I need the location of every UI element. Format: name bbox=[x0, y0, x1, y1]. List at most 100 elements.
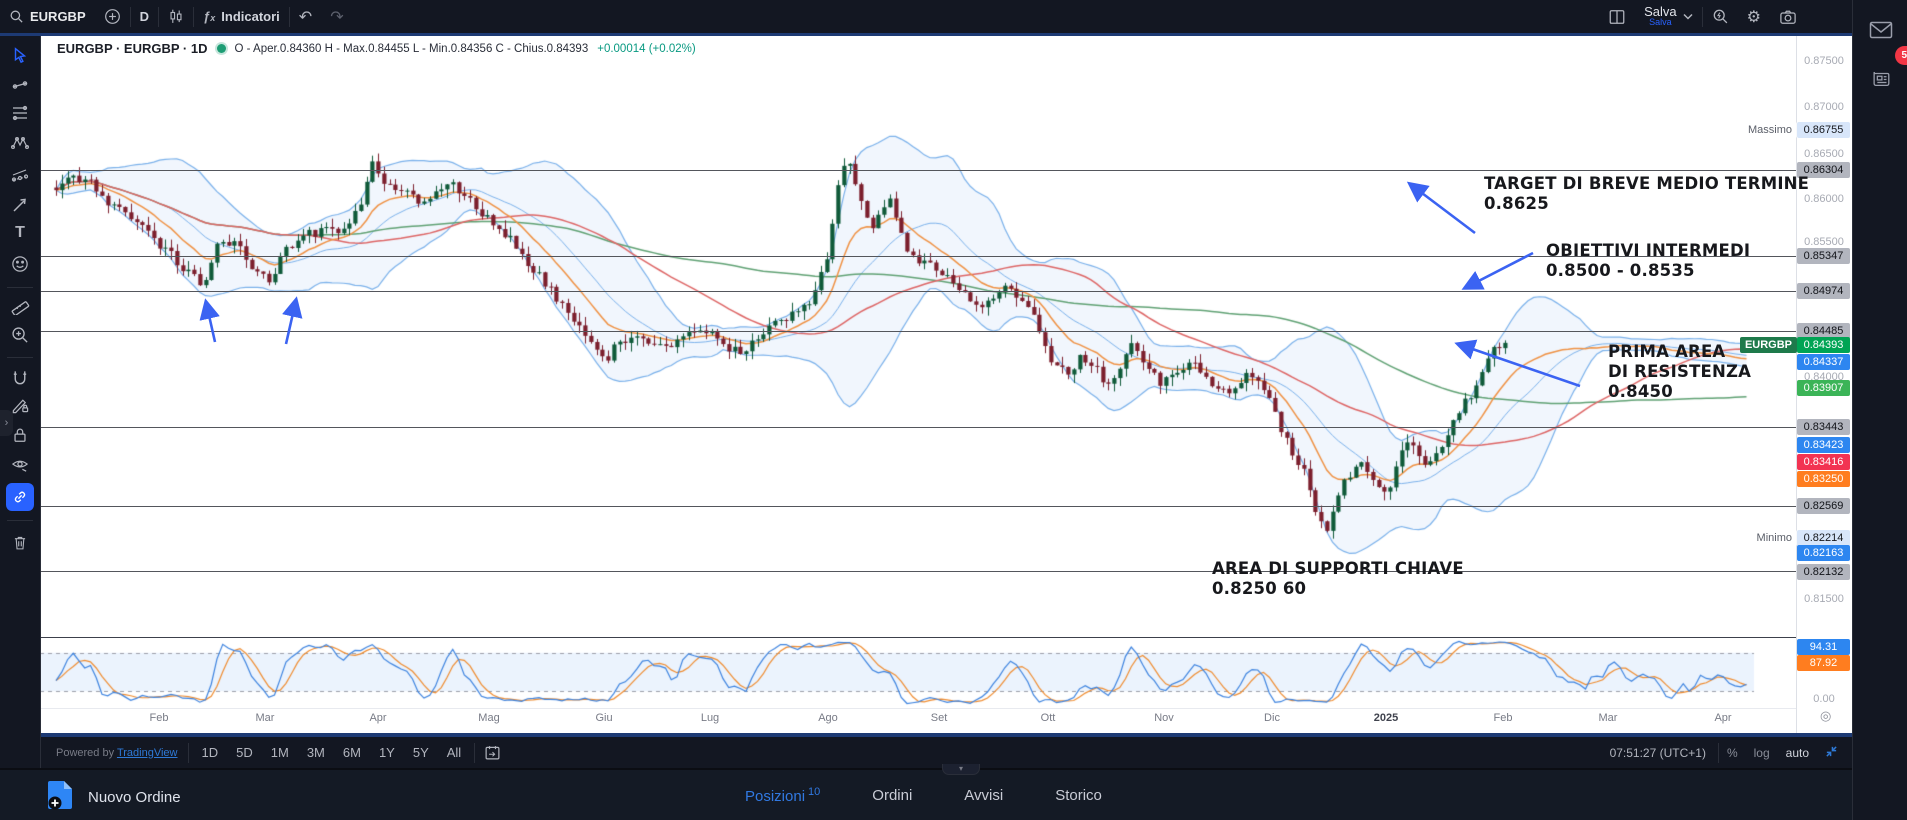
fib-lines-tool-icon[interactable] bbox=[10, 103, 30, 123]
time-axis-label: Mar bbox=[1599, 712, 1618, 724]
pane-separator[interactable] bbox=[40, 637, 1852, 638]
interval-button[interactable]: D bbox=[131, 0, 158, 33]
mail-button[interactable]: 51 bbox=[1869, 20, 1893, 45]
chart-legend[interactable]: EURGBP · EURGBP · 1D O - Aper.0.84360 H … bbox=[57, 41, 696, 56]
annotation-line: PRIMA AREA bbox=[1608, 342, 1751, 362]
gear-icon: ⚙ bbox=[1747, 7, 1761, 27]
chevron-down-icon bbox=[1683, 13, 1693, 20]
time-axis-label: Ago bbox=[818, 712, 838, 724]
range-button-6m[interactable]: 6M bbox=[334, 745, 370, 760]
plus-circle-icon bbox=[104, 8, 121, 25]
indicators-button[interactable]: ƒx Indicatori bbox=[194, 0, 289, 33]
panel-collapse-handle[interactable]: ▾ bbox=[942, 764, 980, 775]
zoom-in-tool-icon[interactable] bbox=[11, 326, 30, 345]
chart-style-button[interactable] bbox=[159, 0, 193, 33]
link-icon bbox=[6, 483, 34, 511]
new-order-icon bbox=[46, 779, 76, 816]
quick-search-button[interactable] bbox=[1703, 0, 1738, 33]
trend-line-tool-icon[interactable] bbox=[10, 75, 30, 95]
remove-drawings-button[interactable] bbox=[12, 534, 29, 557]
text-annotation[interactable]: OBIETTIVI INTERMEDI0.8500 - 0.8535 bbox=[1546, 241, 1750, 281]
price-scale-tick: 0.87000 bbox=[1798, 101, 1850, 113]
undo-button[interactable]: ↶ bbox=[290, 0, 321, 33]
horizontal-line-drawing[interactable] bbox=[40, 571, 1796, 572]
price-badge: 0.83416 bbox=[1797, 454, 1850, 470]
pane-restore-icon[interactable]: ◎ bbox=[1820, 708, 1831, 724]
tab-posizioni[interactable]: Posizioni10 bbox=[745, 786, 820, 805]
price-marker-label: Massimo bbox=[1743, 122, 1797, 138]
search-icon bbox=[9, 9, 24, 24]
drawing-toolbar: T bbox=[0, 36, 41, 768]
range-button-5y[interactable]: 5Y bbox=[404, 745, 438, 760]
news-button[interactable] bbox=[1869, 68, 1892, 95]
horizontal-line-drawing[interactable] bbox=[40, 331, 1796, 332]
price-scale-tick: 0.00 bbox=[1798, 693, 1850, 705]
projection-tool-icon[interactable] bbox=[10, 165, 30, 185]
horizontal-line-drawing[interactable] bbox=[40, 291, 1796, 292]
price-badge: 0.83443 bbox=[1797, 419, 1850, 435]
tradingview-link[interactable]: TradingView bbox=[117, 747, 178, 759]
magnet-tool-icon[interactable] bbox=[11, 369, 30, 388]
range-button-5d[interactable]: 5D bbox=[227, 745, 262, 760]
tab-ordini[interactable]: Ordini bbox=[872, 787, 912, 804]
chart-pane[interactable] bbox=[40, 36, 1796, 711]
compare-add-button[interactable] bbox=[95, 0, 130, 33]
indicators-label: Indicatori bbox=[221, 9, 280, 24]
range-button-1d[interactable]: 1D bbox=[193, 745, 228, 760]
tab-count-badge: 10 bbox=[808, 786, 820, 798]
settings-button[interactable]: ⚙ bbox=[1738, 0, 1770, 33]
price-scale-tick: 0.81500 bbox=[1798, 593, 1850, 605]
text-annotation[interactable]: AREA DI SUPPORTI CHIAVE0.8250 60 bbox=[1212, 559, 1464, 599]
price-badge: 0.82132 bbox=[1797, 564, 1850, 580]
layout-select-button[interactable] bbox=[1599, 0, 1635, 33]
horizontal-line-drawing[interactable] bbox=[40, 506, 1796, 507]
tab-storico[interactable]: Storico bbox=[1055, 787, 1102, 804]
symbol-search-button[interactable]: EURGBP bbox=[0, 0, 95, 33]
new-order-button[interactable]: Nuovo Ordine bbox=[46, 779, 181, 816]
annotation-line: OBIETTIVI INTERMEDI bbox=[1546, 241, 1750, 261]
price-scale-tick: 0.85500 bbox=[1798, 236, 1850, 248]
measure-tool-icon[interactable] bbox=[10, 295, 30, 315]
range-button-all[interactable]: All bbox=[438, 745, 470, 760]
right-sidebar: 51 bbox=[1852, 0, 1907, 820]
screenshot-button[interactable] bbox=[1770, 0, 1806, 33]
price-badge: 0.83423 bbox=[1797, 437, 1850, 453]
log-scale-button[interactable]: log bbox=[1746, 746, 1778, 760]
sync-drawings-button[interactable] bbox=[6, 483, 34, 511]
arrow-brush-tool-icon[interactable] bbox=[10, 195, 30, 215]
cursor-tool-icon[interactable] bbox=[11, 46, 29, 64]
object-tree-expand-tab[interactable]: › bbox=[0, 410, 13, 436]
drawing-lock-mode-icon[interactable] bbox=[11, 396, 30, 415]
text-tool-icon[interactable]: T bbox=[15, 224, 25, 242]
price-badge: 0.84337 bbox=[1797, 354, 1850, 370]
save-sub-label: Salva bbox=[1649, 17, 1672, 28]
percent-scale-button[interactable]: % bbox=[1719, 746, 1746, 760]
hide-drawings-icon[interactable] bbox=[10, 456, 30, 475]
time-axis-label: Nov bbox=[1154, 712, 1174, 724]
go-to-date-button[interactable] bbox=[475, 737, 510, 768]
layout-icon bbox=[1608, 8, 1626, 26]
save-button[interactable]: Salva Salva bbox=[1635, 0, 1702, 33]
toolbar-divider bbox=[7, 357, 33, 358]
clock[interactable]: 07:51:27 (UTC+1) bbox=[1598, 746, 1718, 760]
legend-symbol-title: EURGBP · EURGBP · 1D bbox=[57, 41, 208, 56]
redo-button[interactable]: ↷ bbox=[321, 0, 352, 33]
range-button-1y[interactable]: 1Y bbox=[370, 745, 404, 760]
horizontal-line-drawing[interactable] bbox=[40, 427, 1796, 428]
text-annotation[interactable]: TARGET DI BREVE MEDIO TERMINE0.8625 bbox=[1484, 174, 1809, 214]
auto-scale-button[interactable]: auto bbox=[1778, 746, 1817, 760]
text-annotation[interactable]: PRIMA AREADI RESISTENZA0.8450 bbox=[1608, 342, 1751, 402]
adjust-scale-icon[interactable] bbox=[1817, 745, 1846, 761]
range-button-1m[interactable]: 1M bbox=[262, 745, 298, 760]
xabcd-pattern-tool-icon[interactable] bbox=[10, 133, 30, 153]
range-button-3m[interactable]: 3M bbox=[298, 745, 334, 760]
emoji-tool-icon[interactable] bbox=[11, 255, 30, 274]
annotation-line: DI RESISTENZA bbox=[1608, 362, 1751, 382]
tab-avvisi[interactable]: Avvisi bbox=[964, 787, 1003, 804]
price-badge: 0.85347 bbox=[1797, 248, 1850, 264]
horizontal-line-drawing[interactable] bbox=[40, 256, 1796, 257]
lock-all-drawings-icon[interactable] bbox=[11, 426, 29, 445]
candlestick-style-icon bbox=[168, 8, 184, 25]
time-axis-label: Set bbox=[931, 712, 948, 724]
horizontal-line-drawing[interactable] bbox=[40, 170, 1796, 171]
